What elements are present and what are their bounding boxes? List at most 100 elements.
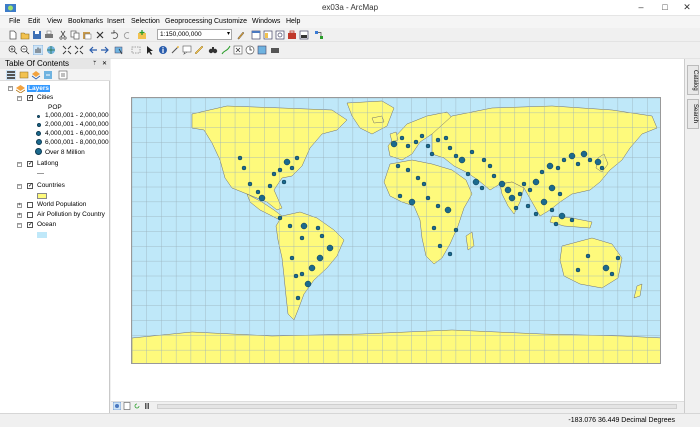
world-population-layer-name[interactable]: World Population <box>37 201 86 208</box>
countries-layer-name[interactable]: Countries <box>37 182 65 189</box>
full-extent-icon[interactable] <box>46 45 56 55</box>
html-popup-icon[interactable] <box>182 45 192 55</box>
maximize-button[interactable]: □ <box>654 0 676 15</box>
clear-selection-icon[interactable] <box>131 45 141 55</box>
city-point <box>405 167 411 173</box>
find-route-icon[interactable] <box>221 45 231 55</box>
chevron-down-icon: ▾ <box>226 31 230 37</box>
print-icon[interactable] <box>44 30 54 40</box>
expand-world-population-button[interactable]: + <box>17 203 22 208</box>
go-to-xy-icon[interactable] <box>233 45 243 55</box>
menu-selection[interactable]: Selection <box>131 18 160 25</box>
modelbuilder-icon[interactable] <box>314 30 324 40</box>
collapse-ocean-button[interactable]: − <box>17 223 22 228</box>
collapse-cities-button[interactable]: − <box>17 96 22 101</box>
collapse-layers-button[interactable]: − <box>8 86 13 91</box>
latlong-visibility-checkbox[interactable]: ✓ <box>27 161 33 167</box>
fixed-zoom-in-icon[interactable] <box>62 45 72 55</box>
search-window-icon[interactable] <box>275 30 285 40</box>
layers-group-label[interactable]: Layers <box>27 85 50 92</box>
layout-view-icon[interactable] <box>123 402 131 410</box>
identify-icon[interactable] <box>158 45 168 55</box>
undo-icon[interactable] <box>110 30 120 40</box>
menu-customize[interactable]: Customize <box>214 18 247 25</box>
close-button[interactable]: ✕ <box>676 0 698 15</box>
open-folder-icon[interactable] <box>20 30 30 40</box>
menu-edit[interactable]: Edit <box>28 18 40 25</box>
zoom-out-icon[interactable] <box>20 45 30 55</box>
select-features-icon[interactable] <box>114 45 124 55</box>
paste-icon[interactable] <box>82 30 92 40</box>
pin-icon[interactable]: ᛘ <box>93 59 97 69</box>
menu-windows[interactable]: Windows <box>252 18 280 25</box>
delete-icon[interactable] <box>95 30 105 40</box>
air-pollution-layer-name[interactable]: Air Pollution by Country <box>37 211 105 218</box>
ocean-visibility-checkbox[interactable]: ✓ <box>27 222 33 228</box>
new-document-icon[interactable] <box>8 30 18 40</box>
ocean-layer-name[interactable]: Ocean <box>37 221 56 228</box>
menu-geoprocessing[interactable]: Geoprocessing <box>165 18 212 25</box>
minimize-button[interactable]: – <box>630 0 652 15</box>
create-viewer-window-icon[interactable] <box>257 45 267 55</box>
list-by-selection-icon[interactable] <box>43 70 53 80</box>
menu-help[interactable]: Help <box>286 18 300 25</box>
city-point <box>548 184 556 192</box>
collapse-countries-button[interactable]: − <box>17 184 22 189</box>
city-point <box>326 244 334 252</box>
list-by-visibility-icon[interactable] <box>31 70 41 80</box>
cities-layer-name[interactable]: Cities <box>37 94 53 101</box>
arctoolbox-icon[interactable] <box>287 30 297 40</box>
forward-arrow-icon[interactable] <box>100 45 110 55</box>
toc-close-button[interactable]: ✕ <box>102 59 107 69</box>
countries-visibility-checkbox[interactable]: ✓ <box>27 183 33 189</box>
city-point <box>504 186 512 194</box>
city-point <box>558 212 566 220</box>
select-elements-arrow-icon[interactable] <box>145 45 155 55</box>
horizontal-scrollbar[interactable] <box>157 404 677 409</box>
list-by-source-icon[interactable] <box>19 70 29 80</box>
cities-visibility-checkbox[interactable]: ✓ <box>27 95 33 101</box>
time-slider-icon[interactable] <box>245 45 255 55</box>
table-of-contents-window-icon[interactable] <box>251 30 261 40</box>
menu-bookmarks[interactable]: Bookmarks <box>68 18 103 25</box>
menu-view[interactable]: View <box>47 18 62 25</box>
catalog-dock-tab[interactable]: Catalog <box>687 65 699 95</box>
cities-class-3-label: 4,000,001 - 6,000,000 <box>45 130 109 137</box>
toc-options-icon[interactable] <box>58 70 68 80</box>
list-by-drawing-order-icon[interactable] <box>6 70 16 80</box>
city-point <box>602 264 610 272</box>
table-of-contents-panel: Table Of Contents ᛘ ✕ − Layers − ✓ Citie… <box>0 59 110 413</box>
save-icon[interactable] <box>32 30 42 40</box>
find-binoculars-icon[interactable] <box>208 45 218 55</box>
menu-file[interactable]: File <box>9 18 20 25</box>
city-point <box>521 181 527 187</box>
menu-insert[interactable]: Insert <box>107 18 125 25</box>
redo-icon[interactable] <box>122 30 132 40</box>
collapse-latlong-button[interactable]: − <box>17 162 22 167</box>
zoom-in-icon[interactable] <box>8 45 18 55</box>
pan-hand-icon[interactable] <box>33 45 43 55</box>
refresh-icon[interactable] <box>133 402 141 410</box>
air-pollution-visibility-checkbox[interactable] <box>27 212 33 218</box>
latlong-layer-name[interactable]: Latlong <box>37 160 58 167</box>
city-point <box>281 179 287 185</box>
search-dock-tab[interactable]: Search <box>687 99 699 129</box>
pause-drawing-icon[interactable] <box>143 402 151 410</box>
world-population-visibility-checkbox[interactable] <box>27 202 33 208</box>
catalog-window-icon[interactable] <box>263 30 273 40</box>
add-data-icon[interactable] <box>137 30 147 40</box>
city-point <box>294 155 300 161</box>
fixed-zoom-out-icon[interactable] <box>74 45 84 55</box>
data-view-icon[interactable] <box>113 402 121 410</box>
hyperlink-icon[interactable] <box>170 45 180 55</box>
editor-toolbar-icon[interactable] <box>236 30 246 40</box>
cut-icon[interactable] <box>58 30 68 40</box>
copy-icon[interactable] <box>70 30 80 40</box>
world-map[interactable] <box>131 97 661 364</box>
measure-icon[interactable] <box>194 45 204 55</box>
map-scale-dropdown[interactable]: 1:150,000,000 ▾ <box>157 29 232 40</box>
python-window-icon[interactable] <box>299 30 309 40</box>
back-arrow-icon[interactable] <box>88 45 98 55</box>
expand-air-pollution-button[interactable]: + <box>17 213 22 218</box>
toolbar-options-icon[interactable] <box>270 45 280 55</box>
